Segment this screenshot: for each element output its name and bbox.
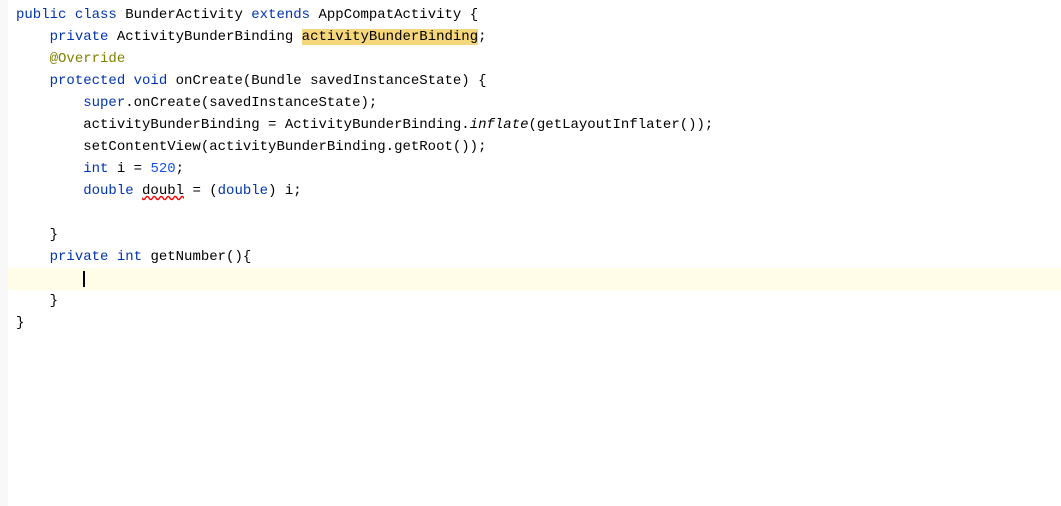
token-close2: } <box>16 293 58 309</box>
token-parent: AppCompatActivity { <box>318 7 478 23</box>
token-semi: ; <box>478 29 486 45</box>
token-indent6 <box>16 117 83 133</box>
token-super: super <box>83 95 125 111</box>
token-setcontent: setContentView(activityBunderBinding.get… <box>83 139 486 155</box>
token-getnumber: getNumber(){ <box>150 249 251 265</box>
token-private: private <box>50 29 117 45</box>
code-line-3: @Override <box>8 48 1061 70</box>
token-520: 520 <box>150 161 175 177</box>
token-doubl: doubl <box>142 183 184 199</box>
text-cursor <box>83 271 85 287</box>
token-public: public <box>16 7 75 23</box>
token-double-cast: double <box>218 183 268 199</box>
token-indent9 <box>16 183 83 199</box>
token-indent5 <box>16 95 83 111</box>
token-inflate-arg: (getLayoutInflater()); <box>529 117 714 133</box>
token-class: class <box>75 7 125 23</box>
code-line-11: } <box>8 224 1061 246</box>
code-line-10 <box>8 202 1061 224</box>
token-indent7 <box>16 139 83 155</box>
code-line-13 <box>8 268 1061 290</box>
code-line-5: super.onCreate(savedInstanceState); <box>8 92 1061 114</box>
token-indent8 <box>16 161 83 177</box>
token-extends: extends <box>251 7 318 23</box>
code-container: public class BunderActivity extends AppC… <box>0 0 1061 506</box>
token-protected: protected <box>50 73 134 89</box>
code-area[interactable]: public class BunderActivity extends AppC… <box>8 0 1061 506</box>
code-line-2: private ActivityBunderBinding activityBu… <box>8 26 1061 48</box>
code-line-1: public class BunderActivity extends AppC… <box>8 4 1061 26</box>
token-annotation: @Override <box>50 51 126 67</box>
token-int2: int <box>117 249 151 265</box>
code-line-4: protected void onCreate(Bundle savedInst… <box>8 70 1061 92</box>
code-line-8: int i = 520; <box>8 158 1061 180</box>
token-indent12 <box>16 249 50 265</box>
code-line-15: } <box>8 312 1061 334</box>
code-editor: public class BunderActivity extends AppC… <box>0 0 1061 506</box>
token-cast: = ( <box>184 183 218 199</box>
token-super-call: .onCreate(savedInstanceState); <box>125 95 377 111</box>
token-double: double <box>83 183 142 199</box>
code-line-7: setContentView(activityBunderBinding.get… <box>8 136 1061 158</box>
code-line-14: } <box>8 290 1061 312</box>
token-indent2 <box>16 29 50 45</box>
token-close3: } <box>16 315 24 331</box>
code-line-9: double doubl = (double) i; <box>8 180 1061 202</box>
left-gutter <box>0 0 8 506</box>
token-binding-assign: activityBunderBinding = ActivityBunderBi… <box>83 117 469 133</box>
token-private2: private <box>50 249 117 265</box>
token-classname: BunderActivity <box>125 7 251 23</box>
token-i-assign: i = <box>117 161 151 177</box>
token-indent13 <box>16 271 83 287</box>
code-line-12: private int getNumber(){ <box>8 246 1061 268</box>
code-line-6: activityBunderBinding = ActivityBunderBi… <box>8 114 1061 136</box>
token-oncreate: onCreate(Bundle savedInstanceState) { <box>176 73 487 89</box>
token-type: ActivityBunderBinding <box>117 29 302 45</box>
token-inflate: inflate <box>470 117 529 133</box>
token-semi2: ; <box>176 161 184 177</box>
token-indent4 <box>16 73 50 89</box>
token-cast2: ) i; <box>268 183 302 199</box>
token-varname: activityBunderBinding <box>302 29 478 45</box>
token-indent3 <box>16 51 50 67</box>
token-close1: } <box>16 227 58 243</box>
token-empty <box>16 205 24 221</box>
token-void: void <box>134 73 176 89</box>
token-int: int <box>83 161 117 177</box>
